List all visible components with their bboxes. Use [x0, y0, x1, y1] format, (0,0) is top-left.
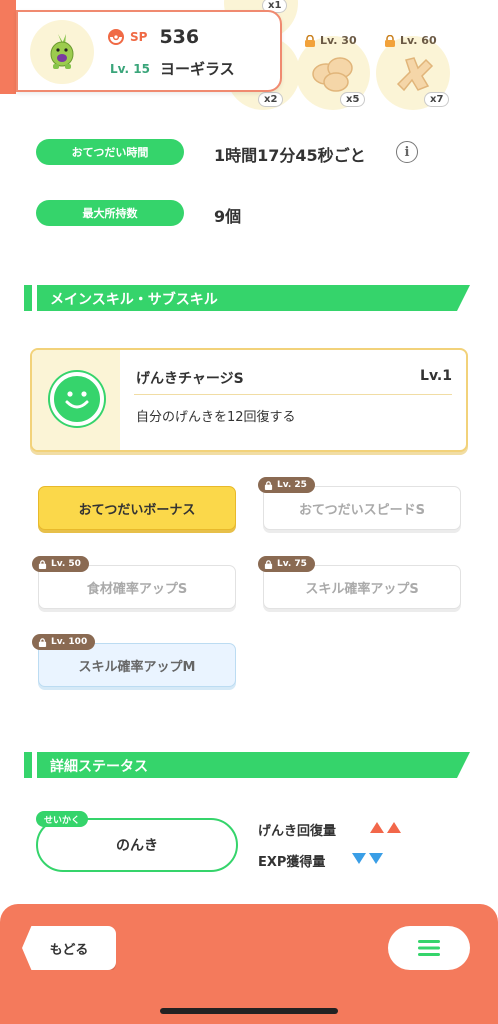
unlock-level: Lv. 100 — [51, 637, 88, 647]
header-accent — [0, 0, 16, 94]
section-title: メインスキル・サブスキル — [50, 292, 218, 308]
help-time-value: 1時間17分45秒ごと — [214, 146, 366, 165]
lock-icon — [305, 34, 315, 47]
unlock-level: Lv. 75 — [277, 559, 307, 569]
sub-skill-button[interactable]: おてつだいボーナス — [38, 486, 236, 530]
hamburger-menu-icon — [418, 940, 440, 956]
unlock-level-badge: Lv. 75 — [258, 556, 315, 572]
pokemon-avatar — [30, 20, 94, 84]
unlock-level-badge: Lv. 25 — [258, 477, 315, 493]
unlock-level-badge: Lv. 50 — [32, 556, 89, 572]
home-indicator — [160, 1008, 338, 1014]
lock-icon — [38, 559, 47, 569]
back-button-label: もどる — [49, 942, 89, 958]
lock-icon — [38, 637, 47, 647]
main-skill-description: 自分のげんきを12回復する — [136, 410, 296, 425]
unlock-level: Lv. 50 — [51, 559, 81, 569]
nature-effect-down-label: EXP獲得量 — [258, 855, 326, 870]
main-skill-card[interactable]: げんきチャージS Lv.1 自分のげんきを12回復する — [30, 348, 468, 452]
larvitar-sprite-icon — [50, 34, 74, 69]
help-time-label: おてつだい時間 — [36, 139, 184, 165]
ingredient-multiplier: x5 — [340, 92, 366, 107]
section-bar — [24, 752, 32, 778]
menu-button[interactable] — [388, 926, 470, 970]
max-carry-value: 9個 — [214, 207, 242, 226]
nature-tag: せいかく — [36, 811, 89, 827]
down-arrows-icon — [352, 853, 383, 864]
ingredient-lock: Lv. 30 — [304, 34, 357, 47]
skill-icon-panel — [32, 350, 120, 450]
level-row: Lv. 15 ヨーギラス — [110, 58, 235, 79]
ingredient-multiplier: x2 — [258, 92, 284, 107]
nature-effect-up-label: げんき回復量 — [258, 824, 337, 839]
section-bar — [24, 285, 32, 311]
skills-section-header: メインスキル・サブスキル — [24, 285, 470, 311]
unlock-level: Lv. 25 — [277, 480, 307, 490]
ingredient-lock: Lv. 60 — [384, 34, 437, 47]
back-button[interactable]: もどる — [22, 926, 116, 970]
sp-label: SP — [130, 30, 148, 44]
main-skill-name: げんきチャージS — [136, 371, 244, 387]
lock-icon — [264, 559, 273, 569]
details-section-header: 詳細ステータス — [24, 752, 470, 778]
ingredient-lock-level: Lv. 30 — [320, 34, 357, 47]
unlock-level-badge: Lv. 100 — [32, 634, 96, 650]
pokemon-summary-card[interactable]: SP 536 Lv. 15 ヨーギラス — [16, 10, 282, 92]
info-icon[interactable]: i — [396, 141, 418, 163]
max-carry-label: 最大所持数 — [36, 200, 184, 226]
ingredient-multiplier: x7 — [424, 92, 450, 107]
up-arrows-icon — [370, 822, 401, 833]
smile-face-icon — [50, 372, 104, 426]
section-title: 詳細ステータス — [50, 759, 148, 775]
lock-icon — [385, 34, 395, 47]
divider — [134, 394, 452, 395]
main-skill-level: Lv.1 — [420, 368, 452, 384]
ingredient-lock-level: Lv. 60 — [400, 34, 437, 47]
pokemon-level: Lv. 15 — [110, 61, 150, 76]
lock-icon — [264, 480, 273, 490]
pokemon-name: ヨーギラス — [159, 60, 235, 78]
sp-row: SP 536 — [108, 26, 199, 48]
pokeball-icon — [108, 29, 124, 45]
sp-value: 536 — [159, 26, 200, 48]
